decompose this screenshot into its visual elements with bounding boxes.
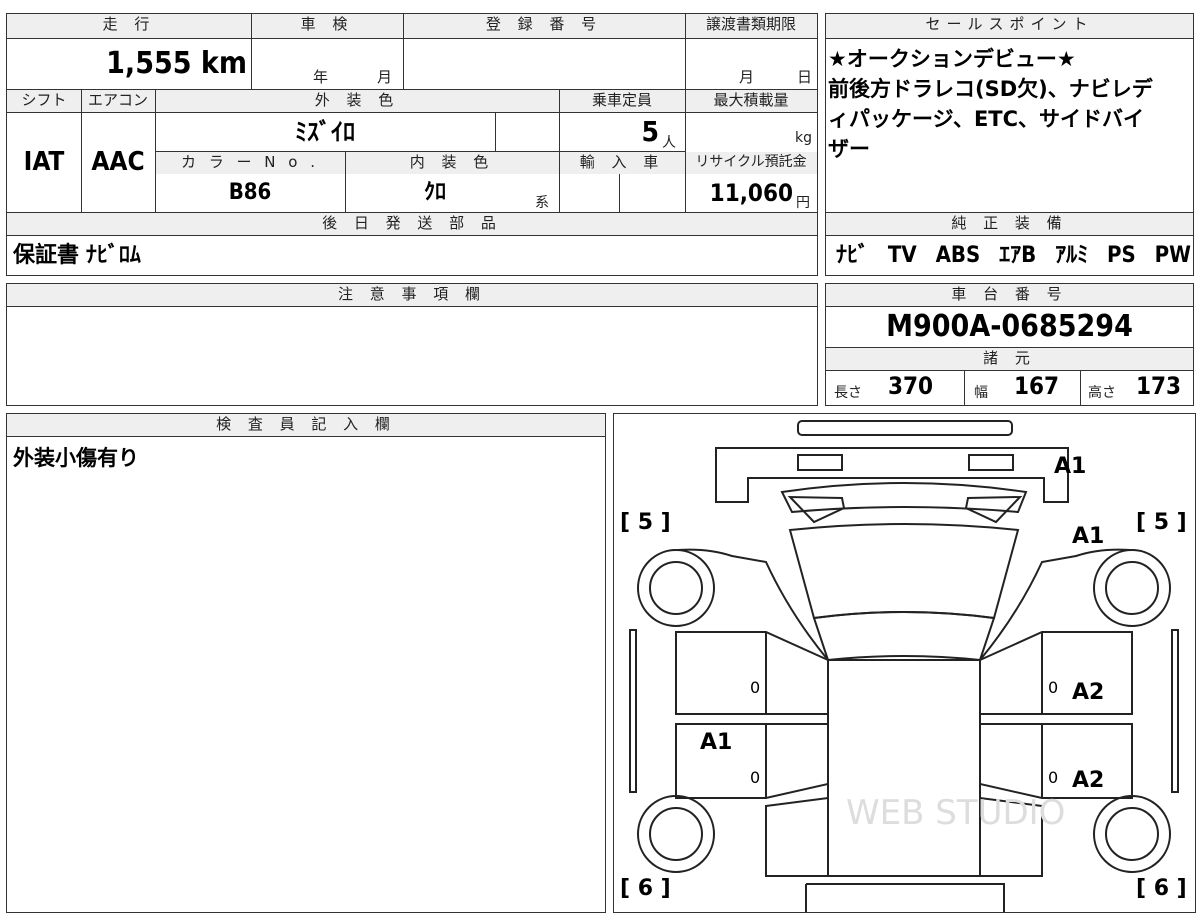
color-no-header: カ ラ ー N o . — [155, 152, 345, 174]
genuine-equipment-list: ﾅﾋﾞ TV ABS ｴｱB ｱﾙﾐ PS PW — [836, 238, 1191, 274]
notes-header: 注 意 事 項 欄 — [7, 284, 817, 306]
interior-color-header: 内 装 色 — [345, 152, 559, 174]
interior-color-value: ｸﾛ — [423, 180, 446, 205]
equip-navi: ﾅﾋﾞ — [836, 243, 870, 268]
color-no-value: B86 — [228, 180, 272, 205]
equip-alloy: ｱﾙﾐ — [1055, 243, 1089, 268]
genuine-equipment-header: 純 正 装 備 — [826, 213, 1193, 235]
later-parts-value: 保証書 ﾅﾋﾞﾛﾑ — [13, 243, 141, 268]
recycle-header: リサイクル預託金 — [685, 152, 817, 174]
mark-rear-bumper: A1 — [1054, 454, 1087, 479]
inspector-box: 検 査 員 記 入 欄 外装小傷有り — [6, 413, 606, 913]
width-value: 167 — [1014, 372, 1060, 400]
chassis-header: 車 台 番 号 — [826, 284, 1193, 306]
exterior-color-value: ﾐｽﾞｲﾛ — [295, 118, 355, 146]
watermark-text: WEB STUDIO — [846, 793, 1065, 833]
equip-pw: PW — [1154, 243, 1191, 268]
zero-right-rear: 0 — [1048, 678, 1059, 697]
equip-ps: PS — [1106, 243, 1136, 268]
height-label: 高さ — [1088, 385, 1116, 401]
shift-header: シフト — [7, 90, 81, 112]
deadline-day: 日 — [797, 68, 813, 86]
chassis-number: M900A-0685294 — [886, 309, 1133, 344]
length-value: 370 — [888, 372, 934, 400]
import-header: 輸 入 車 — [559, 152, 685, 174]
inspector-header: 検 査 員 記 入 欄 — [7, 414, 605, 436]
mark-left-rear-door: A1 — [700, 730, 733, 755]
tire-left-rear: [ 5 ] — [620, 510, 671, 535]
zero-right-front: 0 — [1048, 768, 1059, 787]
mileage-value: 1,555 km — [106, 46, 247, 81]
specs-header: 諸 元 — [826, 348, 1193, 370]
zero-left-front: 0 — [750, 768, 761, 787]
mark-right-rear-door: A2 — [1072, 680, 1105, 705]
capacity-unit: 人 — [662, 135, 676, 151]
notes-box: 注 意 事 項 欄 — [6, 283, 818, 406]
length-label: 長さ — [834, 385, 862, 401]
tire-right-rear: [ 5 ] — [1136, 510, 1187, 535]
vehicle-info-table: 走 行 車 検 登 録 番 号 譲渡書類期限 1,555 km 年 月 月 日 … — [6, 13, 818, 276]
inspection-header: 車 検 — [251, 14, 403, 38]
capacity-header: 乗車定員 — [559, 90, 685, 112]
max-load-header: 最大積載量 — [685, 90, 817, 112]
sales-point-box: セールスポイント ★オークションデビュー★ 前後方ドラレコ(SD欠)、ナビレディ… — [825, 13, 1194, 276]
equip-tv: TV — [887, 243, 917, 268]
zero-left-rear: 0 — [750, 678, 761, 697]
chassis-box: 車 台 番 号 M900A-0685294 諸 元 長さ 370 幅 167 高… — [825, 283, 1194, 406]
deadline-month: 月 — [739, 68, 755, 86]
recycle-value: 11,060 — [709, 179, 793, 207]
aircon-header: エアコン — [81, 90, 155, 112]
width-label: 幅 — [974, 385, 988, 401]
mark-rear-glass: A1 — [1072, 524, 1105, 549]
tire-left-front: [ 6 ] — [620, 876, 671, 901]
aircon-value: AAC — [91, 147, 145, 177]
max-load-unit: kg — [795, 130, 812, 146]
recycle-unit: 円 — [796, 195, 810, 211]
interior-color-suffix: 系 — [535, 195, 549, 211]
sales-point-text: ★オークションデビュー★ 前後方ドラレコ(SD欠)、ナビレディパッケージ、ETC… — [828, 47, 1153, 161]
height-value: 173 — [1136, 372, 1182, 400]
inspection-year: 年 — [313, 68, 329, 86]
deadline-header: 譲渡書類期限 — [685, 14, 817, 38]
tire-right-front: [ 6 ] — [1136, 876, 1187, 901]
exterior-color-header: 外 装 色 — [155, 90, 559, 112]
car-outline: WEB STUDIO — [629, 420, 1179, 912]
sales-point-header: セールスポイント — [826, 14, 1193, 38]
inspector-text: 外装小傷有り — [13, 446, 139, 470]
later-parts-header: 後 日 発 送 部 品 — [7, 213, 817, 235]
mileage-header: 走 行 — [7, 14, 251, 38]
equip-abs: ABS — [935, 243, 981, 268]
mark-right-front-door: A2 — [1072, 768, 1105, 793]
capacity-value: 5 — [641, 115, 659, 148]
equip-airbag: ｴｱB — [999, 243, 1037, 268]
shift-value: IAT — [23, 147, 65, 177]
inspection-month: 月 — [377, 68, 393, 86]
registration-header: 登 録 番 号 — [403, 14, 685, 38]
damage-diagram: WEB STUDIO [ 5 ] [ 5 ] [ 6 ] [ 6 ] A1 A1… — [613, 413, 1196, 913]
